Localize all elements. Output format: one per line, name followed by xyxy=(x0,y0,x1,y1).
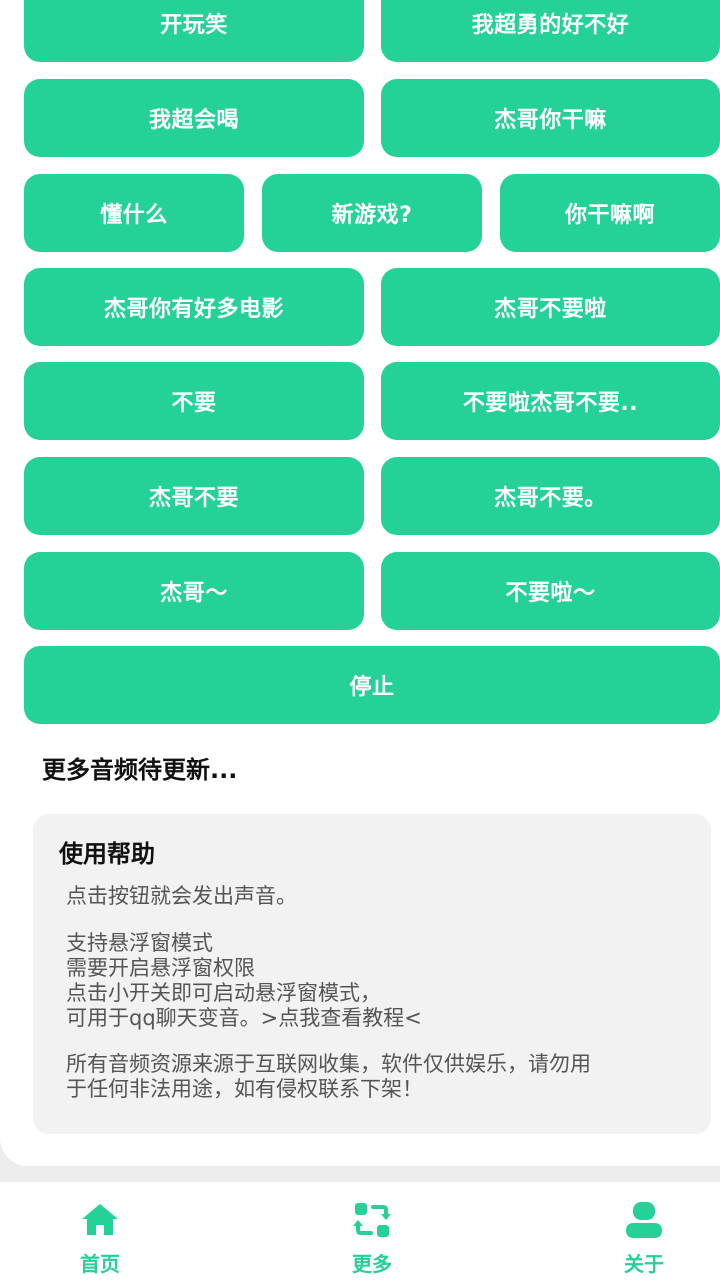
person-icon xyxy=(626,1202,662,1238)
sound-button-jiegeniyouhaoduodianying[interactable]: 杰哥你有好多电影 xyxy=(24,268,364,346)
help-panel: 使用帮助 点击按钮就会发出声音。 支持悬浮窗模式 需要开启悬浮窗权限 点击小开关… xyxy=(33,814,711,1134)
sound-button-wochaoyong[interactable]: 我超勇的好不好 xyxy=(381,0,720,62)
more-audio-label: 更多音频待更新... xyxy=(42,756,238,784)
help-title: 使用帮助 xyxy=(59,840,155,868)
home-icon xyxy=(82,1204,118,1235)
sound-button-jiegebuyaola[interactable]: 杰哥不要啦 xyxy=(381,268,720,346)
sound-button-jiegenigansha[interactable]: 杰哥你干嘛 xyxy=(381,79,720,157)
sound-button-niganshaa[interactable]: 你干嘛啊 xyxy=(500,174,720,252)
nav-item-home[interactable]: 首页 xyxy=(40,1182,160,1280)
swap-icon xyxy=(353,1203,391,1237)
nav-label-more: 更多 xyxy=(352,1252,392,1276)
sound-button-xinyouxi[interactable]: 新游戏? xyxy=(262,174,482,252)
help-text-disclaimer: 所有音频资源来源于互联网收集，软件仅供娱乐，请勿用 于任何非法用途，如有侵权联系… xyxy=(66,1052,591,1101)
content-card: 开玩笑 我超勇的好不好 我超会喝 杰哥你干嘛 懂什么 新游戏? 你干嘛啊 杰哥你… xyxy=(0,0,720,1166)
bottom-nav: 首页 更多 关于 xyxy=(0,1182,720,1280)
sound-button-jiegebuyao-period[interactable]: 杰哥不要。 xyxy=(381,457,720,535)
nav-label-about: 关于 xyxy=(624,1252,664,1276)
help-text-floating-window[interactable]: 支持悬浮窗模式 需要开启悬浮窗权限 点击小开关即可启动悬浮窗模式， 可用于qq聊… xyxy=(66,931,676,1031)
sound-button-kaiwanxiao[interactable]: 开玩笑 xyxy=(24,0,364,62)
help-text-click: 点击按钮就会发出声音。 xyxy=(66,884,297,908)
nav-item-more[interactable]: 更多 xyxy=(312,1182,432,1280)
sound-button-jiege[interactable]: 杰哥～ xyxy=(24,552,364,630)
sound-button-buyao[interactable]: 不要 xyxy=(24,362,364,440)
nav-item-about[interactable]: 关于 xyxy=(584,1182,704,1280)
sound-button-dongshenme[interactable]: 懂什么 xyxy=(24,174,244,252)
sound-button-wochaohuihe[interactable]: 我超会喝 xyxy=(24,79,364,157)
sound-button-jiegebuyao[interactable]: 杰哥不要 xyxy=(24,457,364,535)
stop-button[interactable]: 停止 xyxy=(24,646,720,724)
nav-label-home: 首页 xyxy=(80,1252,120,1276)
sound-button-buyaolajiegebuyao[interactable]: 不要啦杰哥不要.. xyxy=(381,362,720,440)
sound-button-buyaola[interactable]: 不要啦～ xyxy=(381,552,720,630)
